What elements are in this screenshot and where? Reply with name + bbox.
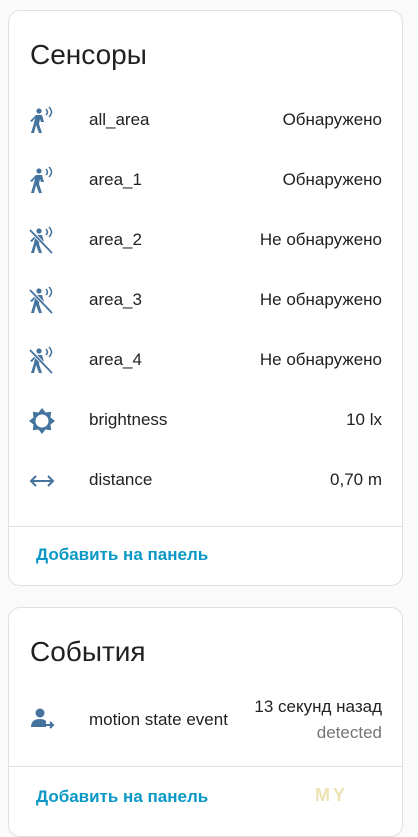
motion-sensor-off-icon xyxy=(27,286,57,316)
sensor-row-distance[interactable]: distance 0,70 m xyxy=(9,460,402,500)
sensor-row-brightness[interactable]: brightness 10 lx xyxy=(9,400,402,440)
sensor-name: all_area xyxy=(89,110,150,129)
event-time: 13 секунд назад xyxy=(254,697,382,716)
sensor-row-area-2[interactable]: area_2 Не обнаружено xyxy=(9,220,402,260)
add-to-dashboard-button[interactable]: Добавить на панель xyxy=(36,545,208,565)
card-divider xyxy=(9,526,402,527)
sensor-value: Не обнаружено xyxy=(259,290,382,309)
event-state: detected xyxy=(316,723,382,742)
sensor-row-area-4[interactable]: area_4 Не обнаружено xyxy=(9,340,402,380)
sensor-row-area-3[interactable]: area_3 Не обнаружено xyxy=(9,280,402,320)
motion-sensor-off-icon xyxy=(27,226,57,256)
sensor-row-area-1[interactable]: area_1 Обнаружено xyxy=(9,160,402,200)
event-name: motion state event xyxy=(89,710,228,729)
sensor-name: distance xyxy=(89,470,153,489)
sensor-name: area_1 xyxy=(89,170,142,189)
sensor-value: Не обнаружено xyxy=(259,350,382,369)
account-arrow-right-icon xyxy=(27,704,57,734)
motion-sensor-icon xyxy=(27,106,57,136)
sensor-row-all-area[interactable]: all_area Обнаружено xyxy=(9,100,402,140)
sensor-value: 0,70 m xyxy=(330,470,382,489)
add-to-dashboard-button[interactable]: Добавить на панель xyxy=(36,787,208,807)
sensor-name: area_3 xyxy=(89,290,142,309)
sensor-name: area_4 xyxy=(89,350,142,369)
sensor-name: area_2 xyxy=(89,230,142,249)
sensors-card: Сенсоры all_area Обнаружено area_1 Обнар… xyxy=(8,10,403,586)
events-title: События xyxy=(30,636,146,667)
sensor-value: 10 lx xyxy=(346,410,382,429)
card-divider xyxy=(9,766,402,767)
sensor-value: Обнаружено xyxy=(282,110,382,129)
arrow-left-right-icon xyxy=(27,466,57,496)
sensor-name: brightness xyxy=(89,410,168,429)
motion-sensor-off-icon xyxy=(27,346,57,376)
sensor-value: Обнаружено xyxy=(282,170,382,189)
watermark-logo: MY xyxy=(315,785,348,805)
sensor-value: Не обнаружено xyxy=(259,230,382,249)
sensors-title: Сенсоры xyxy=(30,39,147,70)
motion-sensor-icon xyxy=(27,166,57,196)
brightness-icon xyxy=(27,406,57,436)
